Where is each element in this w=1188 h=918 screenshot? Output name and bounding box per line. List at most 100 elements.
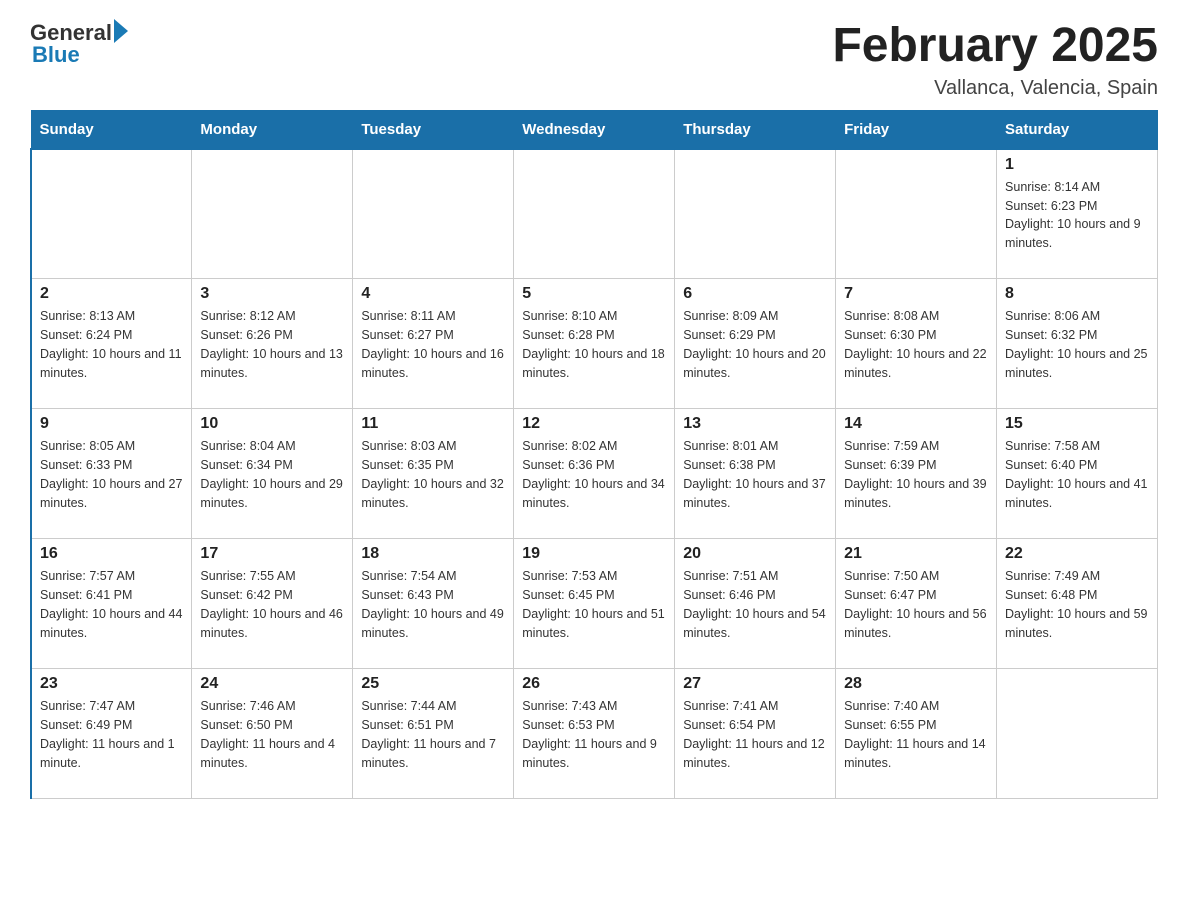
day-number: 21 xyxy=(844,545,988,563)
day-number: 13 xyxy=(683,415,827,433)
calendar-day-cell: 6 Sunrise: 8:09 AMSunset: 6:29 PMDaylight… xyxy=(675,279,836,409)
calendar-day-cell: 14 Sunrise: 7:59 AMSunset: 6:39 PMDayligh… xyxy=(836,409,997,539)
page-header: General Blue February 2025 Vallanca, Val… xyxy=(30,20,1158,100)
calendar-day-cell: 16Sunrise: 7:57 AMSunset: 6:41 PMDayligh… xyxy=(31,539,192,669)
day-of-week-header: Saturday xyxy=(997,110,1158,149)
day-info: Sunrise: 7:53 AMSunset: 6:45 PMDaylight:… xyxy=(522,567,666,642)
day-info: Sunrise: 7:44 AMSunset: 6:51 PMDaylight:… xyxy=(361,697,505,772)
day-info: Sunrise: 7:55 AMSunset: 6:42 PMDaylight:… xyxy=(200,567,344,642)
day-info: Sunrise: 7:41 AMSunset: 6:54 PMDaylight:… xyxy=(683,697,827,772)
calendar-day-cell xyxy=(675,149,836,279)
day-number: 23 xyxy=(40,675,183,693)
calendar-day-cell: 25 Sunrise: 7:44 AMSunset: 6:51 PMDayligh… xyxy=(353,669,514,799)
calendar-day-cell: 4 Sunrise: 8:11 AMSunset: 6:27 PMDaylight… xyxy=(353,279,514,409)
day-number: 28 xyxy=(844,675,988,693)
calendar-day-cell: 15 Sunrise: 7:58 AMSunset: 6:40 PMDayligh… xyxy=(997,409,1158,539)
logo: General Blue xyxy=(30,20,128,68)
calendar-day-cell: 11 Sunrise: 8:03 AMSunset: 6:35 PMDayligh… xyxy=(353,409,514,539)
calendar-day-cell xyxy=(514,149,675,279)
calendar-day-cell: 20Sunrise: 7:51 AMSunset: 6:46 PMDayligh… xyxy=(675,539,836,669)
day-info: Sunrise: 8:01 AMSunset: 6:38 PMDaylight:… xyxy=(683,437,827,512)
location-text: Vallanca, Valencia, Spain xyxy=(832,77,1158,100)
calendar-week-row: 23 Sunrise: 7:47 AMSunset: 6:49 PMDayligh… xyxy=(31,669,1158,799)
day-info: Sunrise: 8:03 AMSunset: 6:35 PMDaylight:… xyxy=(361,437,505,512)
calendar-day-cell xyxy=(353,149,514,279)
calendar-day-cell: 7 Sunrise: 8:08 AMSunset: 6:30 PMDaylight… xyxy=(836,279,997,409)
day-number: 2 xyxy=(40,285,183,303)
day-info: Sunrise: 8:05 AMSunset: 6:33 PMDaylight:… xyxy=(40,437,183,512)
day-info: Sunrise: 7:46 AMSunset: 6:50 PMDaylight:… xyxy=(200,697,344,772)
logo-blue-text: Blue xyxy=(32,42,80,68)
calendar-week-row: 16Sunrise: 7:57 AMSunset: 6:41 PMDayligh… xyxy=(31,539,1158,669)
day-info: Sunrise: 7:51 AMSunset: 6:46 PMDaylight:… xyxy=(683,567,827,642)
day-number: 25 xyxy=(361,675,505,693)
day-number: 8 xyxy=(1005,285,1149,303)
day-number: 27 xyxy=(683,675,827,693)
day-info: Sunrise: 8:09 AMSunset: 6:29 PMDaylight:… xyxy=(683,307,827,382)
calendar-day-cell: 24 Sunrise: 7:46 AMSunset: 6:50 PMDayligh… xyxy=(192,669,353,799)
calendar-week-row: 9 Sunrise: 8:05 AMSunset: 6:33 PMDaylight… xyxy=(31,409,1158,539)
day-info: Sunrise: 7:54 AMSunset: 6:43 PMDaylight:… xyxy=(361,567,505,642)
calendar-body: 1 Sunrise: 8:14 AMSunset: 6:23 PMDaylight… xyxy=(31,149,1158,799)
day-number: 11 xyxy=(361,415,505,433)
calendar-week-row: 2 Sunrise: 8:13 AMSunset: 6:24 PMDaylight… xyxy=(31,279,1158,409)
calendar-day-cell: 19 Sunrise: 7:53 AMSunset: 6:45 PMDayligh… xyxy=(514,539,675,669)
calendar-day-cell: 18 Sunrise: 7:54 AMSunset: 6:43 PMDayligh… xyxy=(353,539,514,669)
day-number: 17 xyxy=(200,545,344,563)
day-number: 24 xyxy=(200,675,344,693)
day-info: Sunrise: 7:47 AMSunset: 6:49 PMDaylight:… xyxy=(40,697,183,772)
day-number: 3 xyxy=(200,285,344,303)
day-number: 18 xyxy=(361,545,505,563)
day-of-week-header: Thursday xyxy=(675,110,836,149)
day-info: Sunrise: 7:58 AMSunset: 6:40 PMDaylight:… xyxy=(1005,437,1149,512)
day-info: Sunrise: 8:14 AMSunset: 6:23 PMDaylight:… xyxy=(1005,178,1149,253)
day-info: Sunrise: 7:43 AMSunset: 6:53 PMDaylight:… xyxy=(522,697,666,772)
day-number: 4 xyxy=(361,285,505,303)
day-of-week-header: Friday xyxy=(836,110,997,149)
day-number: 14 xyxy=(844,415,988,433)
calendar-day-cell: 21 Sunrise: 7:50 AMSunset: 6:47 PMDayligh… xyxy=(836,539,997,669)
day-info: Sunrise: 8:10 AMSunset: 6:28 PMDaylight:… xyxy=(522,307,666,382)
day-number: 1 xyxy=(1005,156,1149,174)
day-number: 5 xyxy=(522,285,666,303)
day-number: 7 xyxy=(844,285,988,303)
day-of-week-header: Sunday xyxy=(31,110,192,149)
day-info: Sunrise: 7:50 AMSunset: 6:47 PMDaylight:… xyxy=(844,567,988,642)
day-number: 6 xyxy=(683,285,827,303)
logo-arrow-icon xyxy=(114,19,128,43)
day-number: 9 xyxy=(40,415,183,433)
calendar-day-cell: 3Sunrise: 8:12 AMSunset: 6:26 PMDaylight… xyxy=(192,279,353,409)
day-info: Sunrise: 7:59 AMSunset: 6:39 PMDaylight:… xyxy=(844,437,988,512)
month-title: February 2025 xyxy=(832,20,1158,73)
day-number: 26 xyxy=(522,675,666,693)
day-info: Sunrise: 8:11 AMSunset: 6:27 PMDaylight:… xyxy=(361,307,505,382)
day-number: 12 xyxy=(522,415,666,433)
calendar-day-cell: 1 Sunrise: 8:14 AMSunset: 6:23 PMDaylight… xyxy=(997,149,1158,279)
calendar-day-cell: 23 Sunrise: 7:47 AMSunset: 6:49 PMDayligh… xyxy=(31,669,192,799)
calendar-day-cell: 27 Sunrise: 7:41 AMSunset: 6:54 PMDayligh… xyxy=(675,669,836,799)
day-info: Sunrise: 8:08 AMSunset: 6:30 PMDaylight:… xyxy=(844,307,988,382)
calendar-day-cell xyxy=(192,149,353,279)
day-number: 19 xyxy=(522,545,666,563)
day-info: Sunrise: 8:13 AMSunset: 6:24 PMDaylight:… xyxy=(40,307,183,382)
day-number: 15 xyxy=(1005,415,1149,433)
day-of-week-header: Tuesday xyxy=(353,110,514,149)
calendar-day-cell xyxy=(997,669,1158,799)
day-of-week-header: Wednesday xyxy=(514,110,675,149)
calendar-header: SundayMondayTuesdayWednesdayThursdayFrid… xyxy=(31,110,1158,149)
day-info: Sunrise: 8:06 AMSunset: 6:32 PMDaylight:… xyxy=(1005,307,1149,382)
day-info: Sunrise: 7:49 AMSunset: 6:48 PMDaylight:… xyxy=(1005,567,1149,642)
header-row: SundayMondayTuesdayWednesdayThursdayFrid… xyxy=(31,110,1158,149)
calendar-day-cell: 12 Sunrise: 8:02 AMSunset: 6:36 PMDayligh… xyxy=(514,409,675,539)
calendar-day-cell: 26 Sunrise: 7:43 AMSunset: 6:53 PMDayligh… xyxy=(514,669,675,799)
day-info: Sunrise: 7:57 AMSunset: 6:41 PMDaylight:… xyxy=(40,567,183,642)
calendar-day-cell: 8 Sunrise: 8:06 AMSunset: 6:32 PMDaylight… xyxy=(997,279,1158,409)
calendar-table: SundayMondayTuesdayWednesdayThursdayFrid… xyxy=(30,110,1158,800)
calendar-day-cell: 13 Sunrise: 8:01 AMSunset: 6:38 PMDayligh… xyxy=(675,409,836,539)
day-info: Sunrise: 8:02 AMSunset: 6:36 PMDaylight:… xyxy=(522,437,666,512)
day-info: Sunrise: 7:40 AMSunset: 6:55 PMDaylight:… xyxy=(844,697,988,772)
calendar-day-cell xyxy=(31,149,192,279)
day-of-week-header: Monday xyxy=(192,110,353,149)
calendar-day-cell: 2 Sunrise: 8:13 AMSunset: 6:24 PMDaylight… xyxy=(31,279,192,409)
calendar-day-cell: 5 Sunrise: 8:10 AMSunset: 6:28 PMDaylight… xyxy=(514,279,675,409)
